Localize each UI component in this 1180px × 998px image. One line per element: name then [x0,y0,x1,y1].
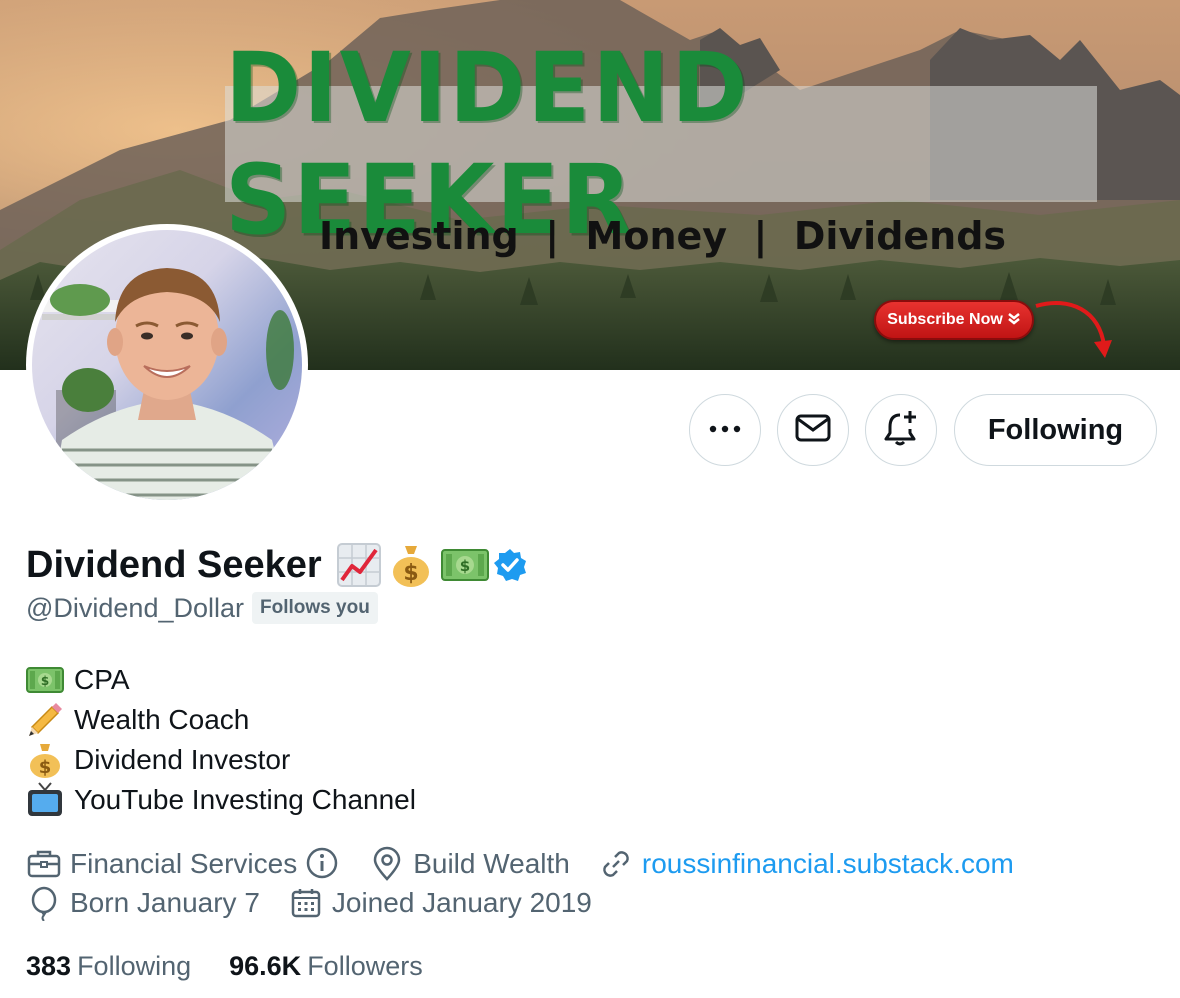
link-icon [598,846,634,882]
location-text: Build Wealth [413,848,570,879]
svg-text:$: $ [41,674,49,688]
profile-avatar[interactable] [26,224,308,506]
website-link[interactable]: roussinfinancial.substack.com [642,848,1014,880]
profile-name-row: Dividend Seeker $ $ [26,540,528,590]
profile-stats: 383 Following 96.6K Followers [26,946,461,986]
briefcase-icon [26,846,62,882]
balloon-icon [26,885,62,922]
bio-line: YouTube Investing Channel [26,780,416,820]
dollar-banknote-icon: $ [440,542,489,588]
svg-text:$: $ [39,757,52,778]
money-bag-icon: $ [388,542,434,588]
more-horizontal-icon [708,421,742,439]
website-item[interactable]: roussinfinancial.substack.com [598,846,1014,882]
category-text: Financial Services [70,848,298,879]
dollar-banknote-icon: $ [26,661,64,699]
location-item: Build Wealth [369,846,570,882]
bell-plus-icon [882,409,920,452]
following-count-link[interactable]: 383 Following [26,951,191,982]
profile-bio: $ CPA Wealth Coach $ Dividend Investor Y… [26,660,416,820]
followers-count-link[interactable]: 96.6K Followers [229,951,423,982]
more-options-button[interactable] [689,394,761,466]
joined-text: Joined January 2019 [331,887,592,918]
subscribe-label: Subscribe Now [887,311,1003,328]
followers-count: 96.6K [229,950,302,981]
birthday-item: Born January 7 [26,885,260,922]
info-circle-icon[interactable] [305,846,341,882]
handle-row: @Dividend_Dollar Follows you [26,590,378,626]
followers-label: Followers [307,950,423,981]
avatar-photo [32,230,302,500]
follows-you-badge: Follows you [252,592,378,624]
bio-text: YouTube Investing Channel [74,784,416,815]
bio-text: Wealth Coach [74,704,250,735]
svg-text:$: $ [459,557,469,575]
display-name: Dividend Seeker [26,543,322,586]
banner-title-box: DIVIDEND SEEKER [225,32,1097,256]
money-bag-icon: $ [26,741,64,779]
notifications-button[interactable] [865,394,937,466]
double-chevron-down-icon [1007,312,1021,328]
user-handle: @Dividend_Dollar [26,592,245,623]
envelope-icon [795,413,831,448]
message-button[interactable] [777,394,849,466]
verified-badge-icon [492,547,528,583]
subscribe-now-graphic: Subscribe Now [874,300,1034,340]
following-label: Following [77,950,192,981]
profile-meta-row-1: Financial Services Build Wealth roussinf… [26,844,1042,884]
bio-text: CPA [74,664,130,695]
pencil-icon [26,701,64,739]
svg-text:$: $ [403,561,418,586]
category-item: Financial Services [26,846,341,882]
television-icon [26,781,64,819]
following-button[interactable]: Following [954,394,1157,466]
bio-line: $ CPA [26,660,416,700]
joined-item: Joined January 2019 [288,885,592,921]
profile-meta-row-2: Born January 7 Joined January 2019 [26,883,620,923]
following-count: 383 [26,950,72,981]
birthday-text: Born January 7 [70,887,260,918]
chart-increasing-icon [336,542,382,588]
bio-line: $ Dividend Investor [26,740,416,780]
bio-text: Dividend Investor [74,744,291,775]
curved-arrow-icon [1035,300,1112,358]
bio-line: Wealth Coach [26,700,416,740]
calendar-icon [288,885,324,921]
location-pin-icon [369,846,405,882]
